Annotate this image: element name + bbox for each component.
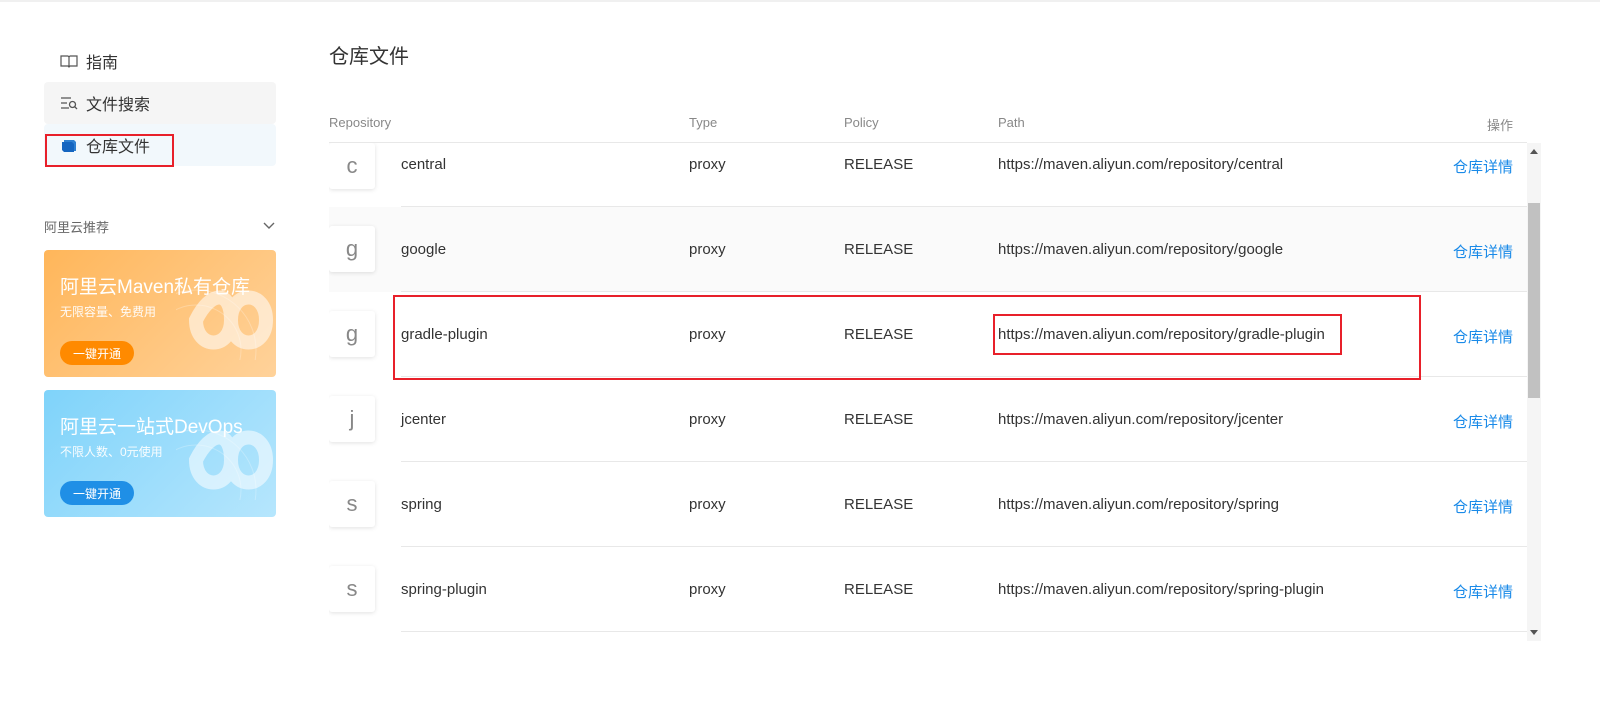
repo-policy: RELEASE [844,156,914,173]
infinity-decoration-icon [176,289,274,360]
table-row[interactable]: s spring proxy RELEASE https://maven.ali… [329,462,1527,547]
repo-policy: RELEASE [844,411,914,428]
chevron-down-icon[interactable] [262,219,276,234]
repo-path: https://maven.aliyun.com/repository/cent… [998,156,1284,173]
repo-detail-link[interactable]: 仓库详情 [1453,156,1513,177]
recommend-header[interactable]: 阿里云推荐 [44,216,276,236]
table-header: Repository Type Policy Path 操作 [329,115,1513,133]
recommend-title: 阿里云推荐 [44,219,110,235]
repo-type: proxy [689,496,726,513]
repo-name: spring [401,496,442,513]
promo-card-maven[interactable]: 阿里云Maven私有仓库 无限容量、免费用 一键开通 [44,250,276,377]
repo-avatar: j [329,396,375,442]
repo-avatar: s [329,481,375,527]
repo-avatar: g [329,226,375,272]
repo-name: gradle-plugin [401,326,488,343]
repo-type: proxy [689,411,726,428]
top-border [0,0,1600,2]
scroll-up-icon[interactable] [1530,149,1538,154]
repo-policy: RELEASE [844,326,914,343]
sidebar-item-label: 文件搜索 [86,97,151,114]
repo-path: https://maven.aliyun.com/repository/spri… [998,496,1279,513]
repository-table: c central proxy RELEASE https://maven.al… [329,143,1527,641]
sidebar-item-label: 指南 [86,55,119,72]
repo-policy: RELEASE [844,496,914,513]
repo-path: https://maven.aliyun.com/repository/grad… [998,326,1325,343]
repo-type: proxy [689,241,726,258]
column-header-policy: Policy [844,115,879,130]
promo-subtitle: 不限人数、0元使用 [60,445,163,459]
promo-subtitle: 无限容量、免费用 [60,305,157,319]
repo-name: central [401,156,447,173]
repo-avatar: s [329,566,375,612]
table-row[interactable]: g gradle-plugin proxy RELEASE https://ma… [329,292,1527,377]
table-row[interactable]: g google proxy RELEASE https://maven.ali… [329,207,1527,292]
table-row[interactable]: c central proxy RELEASE https://maven.al… [329,143,1527,207]
sidebar-item-file-search[interactable]: 文件搜索 [44,82,276,124]
scrollbar-thumb[interactable] [1528,203,1540,398]
table-row[interactable]: j jcenter proxy RELEASE https://maven.al… [329,377,1527,462]
repo-type: proxy [689,156,726,173]
promo-open-button[interactable]: 一键开通 [60,341,135,365]
repo-detail-link[interactable]: 仓库详情 [1453,581,1513,602]
repo-avatar: g [329,311,375,357]
repo-name: google [401,241,447,258]
repo-path: https://maven.aliyun.com/repository/jcen… [998,411,1284,428]
table-row[interactable]: s spring-plugin proxy RELEASE https://ma… [329,547,1527,632]
scroll-down-icon[interactable] [1530,630,1538,635]
row-divider [401,631,1527,632]
book-icon [60,52,78,70]
sidebar-item-guide[interactable]: 指南 [44,40,276,82]
sidebar-item-label: 仓库文件 [86,139,151,156]
repo-name: spring-plugin [401,581,487,598]
repo-type: proxy [689,581,726,598]
repo-detail-link[interactable]: 仓库详情 [1453,241,1513,262]
sidebar: 指南 文件搜索 仓库文件 阿里云推荐 阿里云Maven私有仓库 无限容量、免费用… [44,40,276,517]
promo-open-button[interactable]: 一键开通 [60,481,135,505]
table-scrollbar[interactable] [1527,143,1541,641]
repo-detail-link[interactable]: 仓库详情 [1453,411,1513,432]
repo-detail-link[interactable]: 仓库详情 [1453,326,1513,347]
promo-card-devops[interactable]: 阿里云一站式DevOps 不限人数、0元使用 一键开通 [44,390,276,517]
column-header-type: Type [689,115,718,130]
repo-policy: RELEASE [844,241,914,258]
repo-detail-link[interactable]: 仓库详情 [1453,496,1513,517]
column-header-repository: Repository [329,115,392,130]
repo-name: jcenter [401,411,447,428]
repo-avatar: c [329,143,375,189]
repo-path: https://maven.aliyun.com/repository/spri… [998,581,1324,598]
repo-type: proxy [689,326,726,343]
column-header-path: Path [998,115,1025,130]
column-header-actions: 操作 [1486,118,1513,133]
search-list-icon [60,94,78,112]
page-title: 仓库文件 [329,46,409,68]
infinity-decoration-icon [176,429,274,500]
repo-policy: RELEASE [844,581,914,598]
repository-icon [60,136,78,154]
repo-path: https://maven.aliyun.com/repository/goog… [998,241,1284,258]
sidebar-item-repository-files[interactable]: 仓库文件 [44,124,276,166]
